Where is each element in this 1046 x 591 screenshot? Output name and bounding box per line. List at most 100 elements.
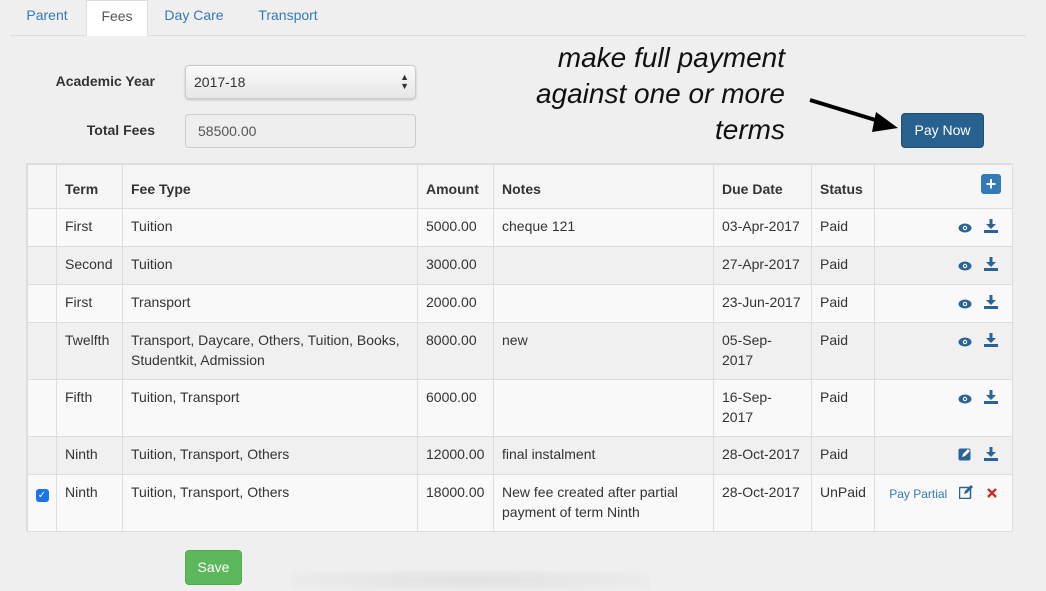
cell-notes [493,246,714,285]
cell-status: Paid [811,436,875,475]
table-row: Second Tuition 3000.00 27-Apr-2017 Paid [27,246,1013,285]
cell-term: Second [56,246,123,285]
annotation-text: make full payment against one or more te… [480,40,785,148]
row-select-cell[interactable] [27,284,57,323]
annotation-line: terms [715,114,785,145]
cell-amount: 3000.00 [417,246,494,285]
table-row: ✓ Ninth Tuition, Transport, Others 18000… [27,474,1013,532]
download-icon[interactable] [984,446,998,466]
total-fees-field[interactable]: 58500.00 [185,114,416,148]
row-select-cell[interactable] [27,246,57,285]
tab-transport[interactable]: Transport [247,0,329,36]
cell-due-date: 23-Jun-2017 [713,284,812,323]
row-select-cell[interactable] [27,322,57,380]
academic-year-label: Academic Year [55,73,155,89]
eye-icon[interactable] [958,218,972,238]
eye-icon[interactable] [958,332,972,352]
pay-now-button[interactable]: Pay Now [901,113,984,148]
cell-actions [874,246,1013,285]
cell-status: Paid [811,379,875,437]
annotation-line: make full payment [557,42,785,73]
download-icon[interactable] [984,389,998,409]
tab-bar: Parent Fees Day Care Transport [10,0,1026,36]
cell-due-date: 28-Oct-2017 [713,436,812,475]
tab-day-care[interactable]: Day Care [153,0,235,36]
cell-term: Ninth [56,436,123,475]
cell-term: Twelfth [56,322,123,380]
cell-due-date: 28-Oct-2017 [713,474,812,532]
header-fee-type: Fee Type [122,164,418,209]
cell-actions [874,208,1013,247]
eye-icon[interactable] [958,389,972,409]
cell-notes: cheque 121 [493,208,714,247]
cell-amount: 6000.00 [417,379,494,437]
cell-fee-type: Tuition, Transport [122,379,418,437]
download-icon[interactable] [984,256,998,276]
cell-status: Paid [811,322,875,380]
download-icon[interactable] [984,218,998,238]
scroll-shadow [290,570,650,591]
table-row: First Tuition 5000.00 cheque 121 03-Apr-… [27,208,1013,247]
tab-fees[interactable]: Fees [86,0,148,36]
cell-term: First [56,208,123,247]
select-arrows-icon: ▲ ▼ [400,72,409,91]
cell-notes: New fee created after partial payment of… [493,474,714,532]
table-row: Ninth Tuition, Transport, Others 12000.0… [27,436,1013,475]
total-fees-label: Total Fees [86,122,155,138]
cell-fee-type: Transport [122,284,418,323]
download-icon[interactable] [984,332,998,352]
cell-term: First [56,284,123,323]
cell-notes [493,284,714,323]
annotation-arrow-icon [809,98,898,132]
annotation-line: against one or more [535,78,785,109]
cell-due-date: 03-Apr-2017 [713,208,812,247]
cell-amount: 2000.00 [417,284,494,323]
tab-parent[interactable]: Parent [12,0,82,36]
fees-table: Term Fee Type Amount Notes Due Date Stat… [26,163,1013,532]
header-amount: Amount [417,164,494,209]
cell-status: Paid [811,208,875,247]
download-icon[interactable] [984,294,998,314]
cell-notes [493,379,714,437]
cell-actions [874,379,1013,437]
cell-fee-type: Tuition [122,208,418,247]
cell-fee-type: Tuition, Transport, Others [122,436,418,475]
row-select-cell[interactable] [27,208,57,247]
pay-partial-link[interactable]: Pay Partial [889,487,947,501]
cell-due-date: 05-Sep-2017 [713,322,812,380]
row-select-cell[interactable] [27,436,57,475]
row-select-cell[interactable] [27,379,57,437]
plus-icon: + [985,174,997,194]
academic-year-value: 2017-18 [194,74,246,90]
cell-amount: 8000.00 [417,322,494,380]
cell-fee-type: Tuition [122,246,418,285]
cell-actions [874,436,1013,475]
header-select [27,164,57,209]
cell-notes: final instalment [493,436,714,475]
row-select-cell[interactable]: ✓ [27,474,57,532]
header-status: Status [811,164,875,209]
edit-icon[interactable] [958,446,972,466]
cell-status: UnPaid [811,474,875,532]
cell-amount: 18000.00 [417,474,494,532]
eye-icon[interactable] [958,294,972,314]
header-notes: Notes [493,164,714,209]
edit-icon[interactable] [958,484,974,504]
academic-year-select[interactable]: 2017-18 ▲ ▼ [185,65,416,99]
delete-icon[interactable] [986,484,998,504]
header-due-date: Due Date [713,164,812,209]
row-checkbox[interactable]: ✓ [35,489,49,502]
header-term: Term [56,164,123,209]
add-fee-button[interactable]: + [981,174,1001,194]
table-row: First Transport 2000.00 23-Jun-2017 Paid [27,284,1013,323]
cell-amount: 12000.00 [417,436,494,475]
cell-term: Fifth [56,379,123,437]
cell-amount: 5000.00 [417,208,494,247]
cell-actions [874,322,1013,380]
save-button[interactable]: Save [185,550,242,585]
eye-icon[interactable] [958,256,972,276]
cell-actions [874,284,1013,323]
cell-term: Ninth [56,474,123,532]
cell-fee-type: Transport, Daycare, Others, Tuition, Boo… [122,322,418,380]
cell-fee-type: Tuition, Transport, Others [122,474,418,532]
